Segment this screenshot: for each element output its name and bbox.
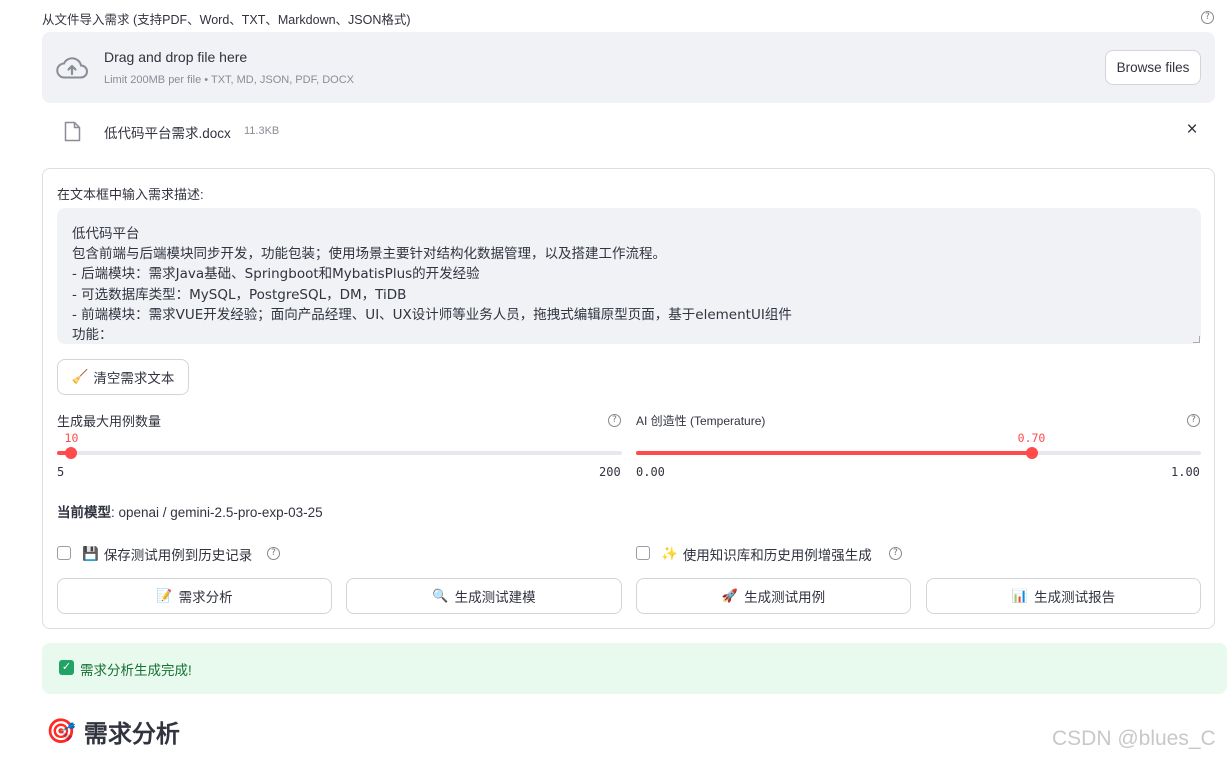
requirement-analysis-button[interactable]: 📝 需求分析 (57, 578, 332, 614)
knowledge-base-label-text: 使用知识库和历史用例增强生成 (682, 548, 872, 563)
save-history-checkbox-label[interactable]: 💾 保存测试用例到历史记录 (82, 544, 252, 564)
rocket-icon: 🚀 (721, 588, 739, 603)
temperature-slider-value: 0.70 (1017, 431, 1046, 445)
generate-test-cases-label: 生成测试用例 (744, 590, 826, 605)
requirement-textarea[interactable]: 低代码平台 包含前端与后端模块同步开发，功能包装；使用场景主要针对结构化数据管理… (57, 208, 1201, 344)
uploader-label: 从文件导入需求 (支持PDF、Word、TXT、Markdown、JSON格式) (42, 13, 411, 27)
floppy-disk-icon: 💾 (82, 546, 99, 561)
remove-file-close-icon[interactable]: × (1184, 120, 1200, 139)
uploaded-file-name: 低代码平台需求.docx (104, 126, 231, 141)
broom-icon: 🧹 (71, 369, 89, 384)
memo-icon: 📝 (156, 588, 173, 603)
textarea-resize-handle[interactable] (1193, 336, 1200, 343)
max-cases-slider-track[interactable] (57, 451, 622, 455)
current-model-value: : openai / gemini-2.5-pro-exp-03-25 (111, 505, 323, 520)
bar-chart-icon: 📊 (1011, 588, 1029, 603)
magnifier-icon: 🔍 (432, 588, 449, 603)
max-cases-slider-label: 生成最大用例数量 (57, 414, 162, 429)
help-icon[interactable]: ? (608, 414, 621, 427)
knowledge-base-checkbox-label[interactable]: ✨ 使用知识库和历史用例增强生成 (661, 544, 872, 564)
temperature-slider-thumb[interactable] (1025, 447, 1038, 459)
temperature-slider-label: AI 创造性 (Temperature) (636, 414, 766, 428)
save-history-checkbox[interactable] (57, 546, 71, 560)
max-cases-slider-max: 200 (599, 465, 621, 479)
generate-test-model-label: 生成测试建模 (454, 590, 536, 605)
max-cases-slider-value: 10 (64, 431, 79, 445)
success-alert (42, 643, 1227, 694)
dropzone-title: Drag and drop file here (104, 49, 248, 65)
max-cases-slider-min: 5 (57, 465, 65, 479)
current-model-info: 当前模型: openai / gemini-2.5-pro-exp-03-25 (57, 501, 323, 521)
help-icon[interactable]: ? (267, 547, 280, 560)
generate-test-model-button[interactable]: 🔍 生成测试建模 (346, 578, 622, 614)
section-heading: 🎯 需求分析 (46, 714, 180, 749)
clear-requirement-button[interactable]: 🧹 清空需求文本 (57, 359, 189, 395)
file-dropzone[interactable] (42, 32, 1215, 103)
uploaded-file-size: 11.3KB (244, 125, 280, 137)
requirement-analysis-label: 需求分析 (178, 590, 233, 605)
temperature-slider-track[interactable] (636, 451, 1201, 455)
help-icon[interactable]: ? (1187, 414, 1200, 427)
temperature-slider-max: 1.00 (1171, 465, 1200, 479)
success-message: 需求分析生成完成! (80, 663, 192, 678)
cloud-upload-icon (56, 57, 88, 79)
watermark: CSDN @blues_C (1052, 727, 1216, 750)
help-icon[interactable]: ? (889, 547, 902, 560)
dropzone-limit-text: Limit 200MB per file • TXT, MD, JSON, PD… (104, 74, 354, 86)
generate-test-report-label: 生成测试报告 (1034, 590, 1116, 605)
check-icon: ✓ (59, 660, 74, 675)
temperature-slider-min: 0.00 (636, 465, 665, 479)
sparkles-icon: ✨ (661, 546, 678, 561)
browse-files-button[interactable]: Browse files (1105, 50, 1201, 85)
generate-test-cases-button[interactable]: 🚀 生成测试用例 (636, 578, 911, 614)
save-history-label-text: 保存测试用例到历史记录 (103, 548, 253, 563)
current-model-label: 当前模型 (57, 505, 111, 520)
section-title-text: 需求分析 (83, 721, 180, 748)
requirement-textarea-label: 在文本框中输入需求描述: (57, 187, 204, 202)
generate-test-report-button[interactable]: 📊 生成测试报告 (926, 578, 1201, 614)
target-icon: 🎯 (46, 718, 76, 745)
clear-button-label: 清空需求文本 (93, 371, 175, 386)
file-icon (64, 121, 81, 142)
knowledge-base-checkbox[interactable] (636, 546, 650, 560)
help-icon[interactable]: ? (1201, 11, 1214, 24)
temperature-slider-fill (636, 451, 1032, 455)
